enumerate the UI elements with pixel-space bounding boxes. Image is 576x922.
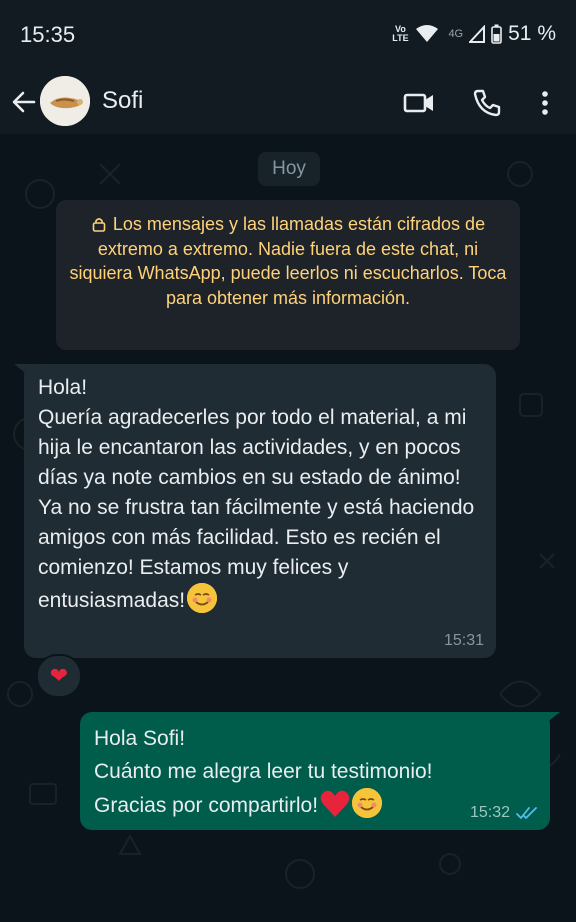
smiling-blushing-emoji-icon (187, 583, 218, 613)
volte-icon: Vo LTE (390, 25, 410, 43)
more-options-icon[interactable] (528, 86, 562, 120)
contact-avatar[interactable] (40, 76, 90, 126)
avatar-image (40, 76, 90, 126)
wifi-icon (416, 25, 439, 42)
outgoing-message-text: Hola Sofi! Cuánto me alegra leer tu test… (94, 722, 534, 822)
battery-percent: 51 % (508, 22, 556, 45)
lock-icon (92, 218, 106, 232)
incoming-message-body: Hola! Quería agradecerles por todo el ma… (38, 376, 475, 612)
battery-icon (491, 24, 502, 44)
red-heart-emoji-icon (320, 790, 350, 817)
volte-bottom-label: LTE (392, 33, 409, 43)
read-receipt-double-check-icon (516, 807, 537, 819)
date-chip: Hoy (258, 152, 320, 186)
status-icons: Vo LTE 4G 51 % (390, 22, 556, 46)
voice-call-icon[interactable] (470, 86, 504, 120)
status-time: 15:35 (20, 22, 76, 47)
chat-area[interactable]: Hoy Los mensajes y las llamadas están ci… (0, 134, 576, 922)
smiling-blushing-emoji-icon (352, 788, 383, 818)
outgoing-message-bubble[interactable]: Hola Sofi! Cuánto me alegra leer tu test… (80, 712, 550, 830)
heart-reaction-icon: ❤ (49, 663, 69, 688)
contact-name[interactable]: Sofi (102, 87, 143, 115)
encryption-notice[interactable]: Los mensajes y las llamadas están cifrad… (56, 200, 520, 350)
signal-icon (469, 25, 486, 43)
video-call-icon[interactable] (402, 86, 436, 120)
network-type-label: 4G (448, 28, 464, 40)
encryption-notice-text: Los mensajes y las llamadas están cifrad… (69, 214, 507, 308)
status-bar: 15:35 Vo LTE 4G 51 % (0, 0, 576, 72)
chat-header: Sofi (0, 72, 576, 134)
outgoing-message-time: 15:32 (469, 804, 510, 821)
heart-reaction[interactable]: ❤ (36, 654, 82, 698)
incoming-message-time: 15:31 (443, 632, 484, 649)
outgoing-message-meta: 15:32 (470, 804, 538, 822)
incoming-message-text: Hola! Quería agradecerles por todo el ma… (38, 373, 488, 616)
back-arrow-icon[interactable] (8, 86, 40, 118)
incoming-message-bubble[interactable]: Hola! Quería agradecerles por todo el ma… (24, 364, 496, 658)
